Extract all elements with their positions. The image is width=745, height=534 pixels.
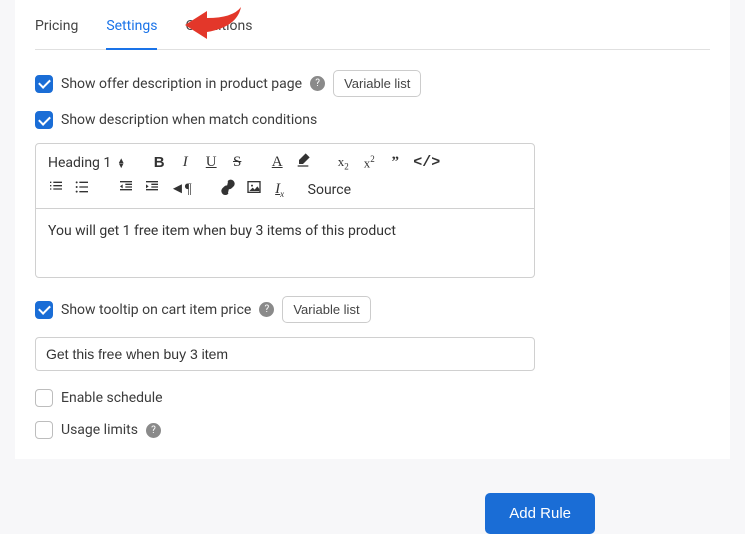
blockquote-icon[interactable]: ” [387,154,403,171]
image-icon[interactable] [246,179,262,200]
label-tooltip: Show tooltip on cart item price [61,302,251,318]
heading-select[interactable]: Heading 1 ▲▼ [48,155,125,171]
variable-list-button[interactable]: Variable list [333,70,421,97]
row-match-conditions: Show description when match conditions [35,111,710,129]
help-icon[interactable] [146,423,161,438]
variable-list-button[interactable]: Variable list [282,296,370,323]
bold-icon[interactable]: B [151,154,167,171]
indent-icon[interactable] [144,179,160,200]
code-icon[interactable]: </> [413,154,440,171]
paragraph-icon[interactable]: ◄¶ [170,181,192,198]
checkbox-tooltip[interactable] [35,301,53,319]
help-icon[interactable] [310,76,325,91]
label-offer-description: Show offer description in product page [61,76,302,92]
row-usage-limits: Usage limits [35,421,710,439]
text-color-icon[interactable]: A [269,154,285,171]
tab-settings[interactable]: Settings [106,18,157,50]
outdent-icon[interactable] [118,179,134,200]
label-usage-limits: Usage limits [61,422,138,438]
checkbox-schedule[interactable] [35,389,53,407]
add-rule-button[interactable]: Add Rule [485,493,595,534]
rich-text-editor: Heading 1 ▲▼ B I U S A x2 x2 [35,143,535,278]
row-schedule: Enable schedule [35,389,710,407]
underline-icon[interactable]: U [203,154,219,171]
tab-conditions[interactable]: Conditions [185,18,252,49]
checkbox-match-conditions[interactable] [35,111,53,129]
source-button[interactable]: Source [308,182,351,198]
subscript-icon[interactable]: x2 [335,154,351,172]
superscript-icon[interactable]: x2 [361,154,377,171]
link-icon[interactable] [220,179,236,200]
highlight-icon[interactable] [295,152,311,173]
row-offer-description: Show offer description in product page V… [35,70,710,97]
footer: Add Rule [0,479,745,534]
row-tooltip: Show tooltip on cart item price Variable… [35,296,710,323]
tab-pricing[interactable]: Pricing [35,18,78,49]
label-match-conditions: Show description when match conditions [61,112,317,128]
unordered-list-icon[interactable] [74,179,90,200]
tooltip-text-input[interactable] [35,337,535,371]
strikethrough-icon[interactable]: S [229,154,245,171]
checkbox-usage-limits[interactable] [35,421,53,439]
tabs: Pricing Settings Conditions [35,0,710,50]
checkbox-offer-description[interactable] [35,75,53,93]
italic-icon[interactable]: I [177,154,193,171]
clear-format-icon[interactable]: Ix [272,181,288,199]
editor-content[interactable]: You will get 1 free item when buy 3 item… [36,209,534,277]
help-icon[interactable] [259,302,274,317]
editor-toolbar: Heading 1 ▲▼ B I U S A x2 x2 [36,144,534,209]
ordered-list-icon[interactable] [48,179,64,200]
label-schedule: Enable schedule [61,390,163,406]
